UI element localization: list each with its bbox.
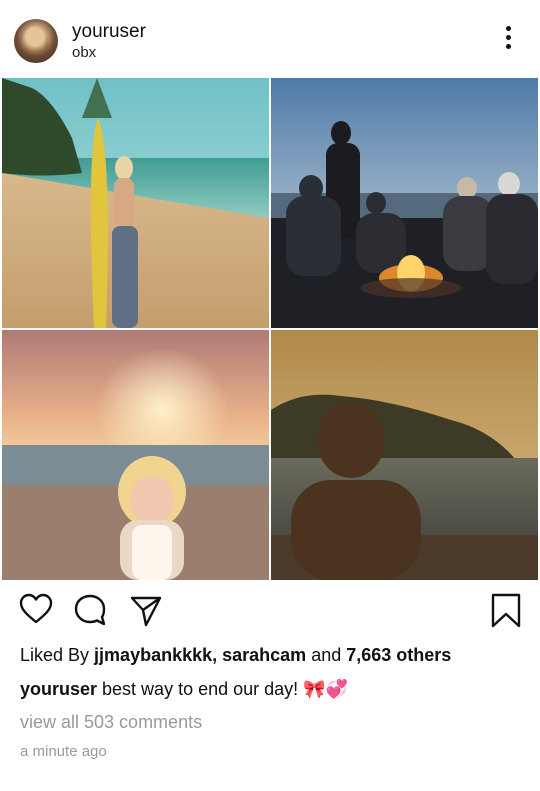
post-username[interactable]: youruser xyxy=(72,21,146,43)
post-timestamp: a minute ago xyxy=(20,743,107,760)
post-location[interactable]: obx xyxy=(72,44,96,61)
photo-grid xyxy=(0,78,540,582)
share-icon[interactable] xyxy=(128,592,164,628)
more-options-icon[interactable] xyxy=(498,26,518,56)
comment-icon[interactable] xyxy=(72,592,108,628)
photo-surfer-beach[interactable] xyxy=(2,78,269,328)
caption-username[interactable]: youruser xyxy=(20,679,97,699)
liked-by-count[interactable]: 7,663 others xyxy=(346,645,451,665)
post-header: youruser obx xyxy=(0,0,540,78)
photo-girl-beach-sunset[interactable] xyxy=(2,330,269,580)
photo-silhouette-bay[interactable] xyxy=(271,330,538,580)
avatar[interactable] xyxy=(14,19,58,63)
caption-text: best way to end our day! 🎀💞 xyxy=(97,679,348,699)
heart-icon[interactable] xyxy=(18,592,54,628)
liked-by-prefix: Liked By xyxy=(20,645,95,665)
likes-summary: Liked By jjmaybankkkk, sarahcam and 7,66… xyxy=(20,645,451,666)
post-caption: youruser best way to end our day! 🎀💞 xyxy=(20,679,348,700)
view-all-comments-link[interactable]: view all 503 comments xyxy=(20,712,202,733)
bookmark-icon[interactable] xyxy=(488,592,524,628)
post-actions xyxy=(0,592,540,636)
photo-bonfire-sunset[interactable] xyxy=(271,78,538,328)
liked-by-connector: and xyxy=(306,645,347,665)
liked-by-users[interactable]: jjmaybankkkk, sarahcam xyxy=(94,645,306,665)
